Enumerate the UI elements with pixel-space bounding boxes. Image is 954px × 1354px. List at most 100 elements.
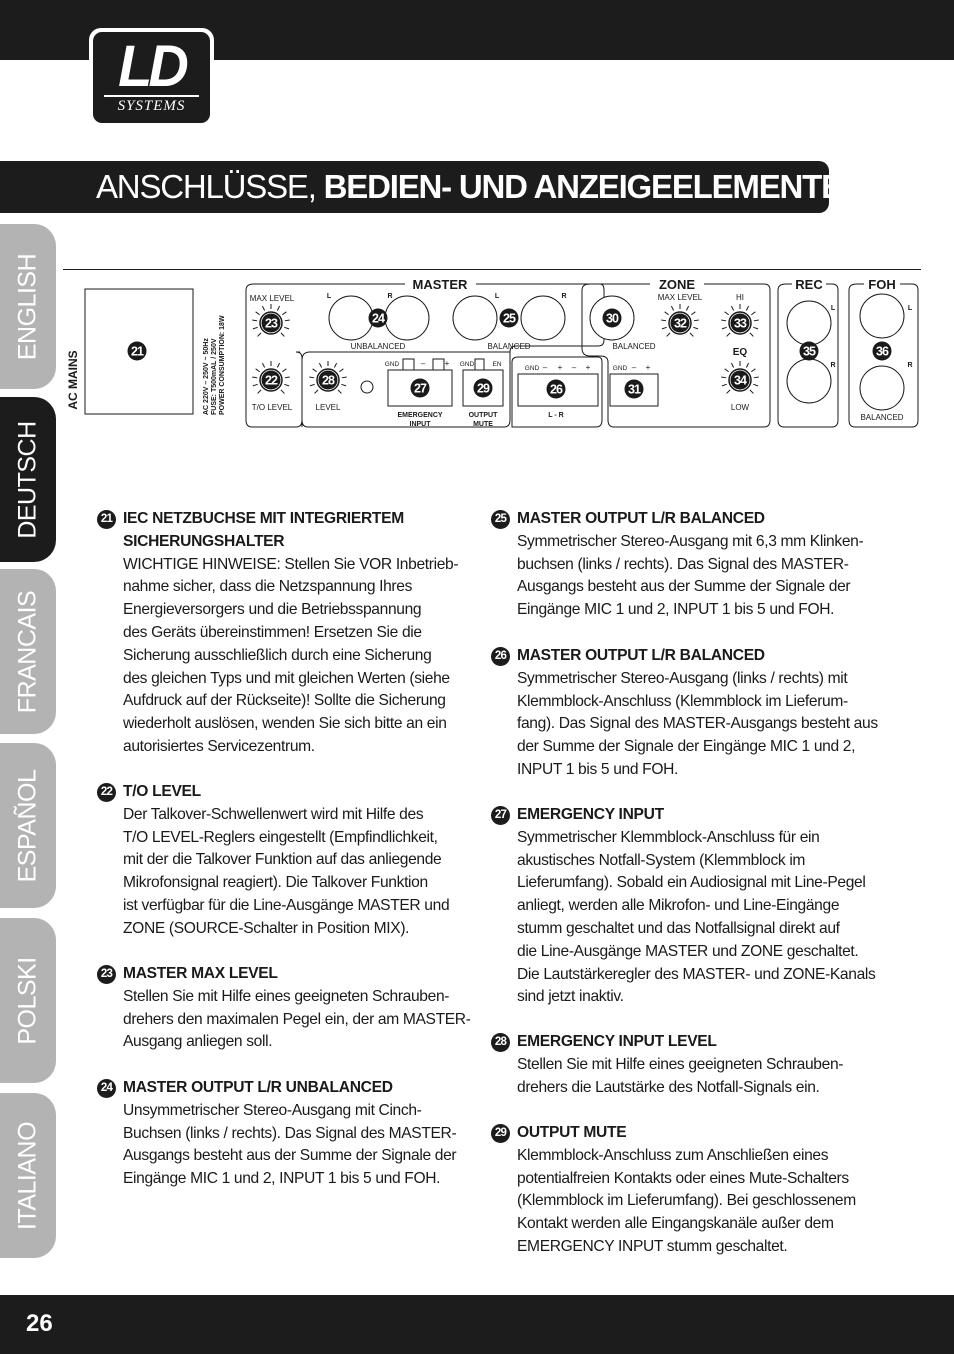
body-line: Stellen Sie mit Hilfe eines geeigneten S… (517, 1055, 844, 1073)
l-label: L (831, 305, 836, 312)
balanced-label: BALANCED (612, 342, 655, 351)
knob-tick (753, 383, 759, 387)
knob-tick (751, 368, 756, 373)
rear-panel-diagram: AC MAINS 21 AC 220V – 250V ~ 50Hz FUSE: T50… (66, 277, 919, 428)
heading-line: EMERGENCY INPUT (517, 806, 664, 823)
knob-tick (724, 368, 729, 373)
body-line: anliegt, werden alle Mikrofon- und Line-… (517, 897, 840, 915)
section-heading: 28 EMERGENCY INPUT LEVEL (491, 1031, 892, 1054)
body-line: sind jetzt inaktiv. (517, 988, 624, 1006)
body-line: Symmetrischer Klemmblock-Anschluss für e… (517, 828, 820, 846)
knob-tick (693, 326, 699, 330)
gnd-label: GND (385, 361, 400, 368)
minus-label: – (632, 363, 637, 372)
knob-tick (261, 305, 266, 311)
knob-tick (284, 326, 290, 330)
badge-number: 32 (674, 317, 687, 331)
gnd-label: GND (460, 361, 475, 368)
body-line: stumm geschaltet und das Notfallsignal d… (517, 919, 840, 937)
en-label: EN (492, 361, 501, 368)
body-line: WICHTIGE HINWEISE: Stellen Sie VOR Inbet… (123, 555, 459, 573)
eq-label: EQ (733, 347, 748, 358)
language-tab-italiano[interactable]: ITALIANO (0, 1093, 56, 1258)
body-line: autorisiertes Servicezentrum. (123, 737, 315, 755)
rec-jack-l (786, 300, 832, 346)
knob-tick (252, 376, 258, 379)
section-26: 26 MASTER OUTPUT L/R BALANCED Symmetrische… (491, 645, 892, 782)
knob-tick (261, 362, 266, 368)
knob-tick (314, 389, 319, 394)
master-title: MASTER (413, 277, 469, 292)
badge-number: 29 (477, 382, 490, 396)
knob-tick (284, 376, 290, 379)
body-line: Die Lautstärkeregler des MASTER- und ZON… (517, 965, 876, 983)
body-line: EMERGENCY INPUT stumm geschaltet. (517, 1237, 788, 1255)
knob-tick (341, 376, 347, 379)
section-heading: 23 MASTER MAX LEVEL (97, 963, 498, 986)
knob-tick (724, 311, 729, 316)
plus-label: + (558, 363, 563, 372)
knob-tick (252, 319, 258, 322)
zone-title: ZONE (659, 277, 695, 292)
language-tab-label: FRANCAIS (13, 590, 42, 713)
language-tab-label: ITALIANO (13, 1121, 42, 1230)
language-tab-español[interactable]: ESPAÑOL (0, 743, 56, 908)
heading-line: T/O LEVEL (123, 783, 201, 800)
foh-title: FOH (868, 277, 895, 292)
knob-tick (309, 376, 315, 379)
language-tab-francais[interactable]: FRANCAIS (0, 569, 56, 734)
rec-title: REC (795, 277, 823, 292)
body-line: Kontakt werden alle Eingangskanäle außer… (517, 1215, 834, 1233)
body-line: Eingänge MIC 1 und 2, INPUT 1 bis 5 und … (123, 1170, 441, 1188)
indicator-led (360, 380, 374, 394)
body-line: Stellen Sie mit Hilfe eines geeigneten S… (123, 987, 450, 1005)
body-line: ZONE (SOURCE-Schalter in Position MIX). (123, 919, 410, 937)
spec-line: FUSE: T500mAL / 250V (211, 338, 218, 415)
body-line: mit der die Talkover Funktion auf das an… (123, 851, 442, 869)
knob-tick (282, 368, 287, 373)
mute-label: MUTE (473, 421, 493, 428)
section-21: 21 IEC NETZBUCHSE MIT INTEGRIERTEM SICHERU… (97, 508, 498, 759)
knob-tick (749, 389, 754, 394)
badge-number: 36 (876, 345, 889, 359)
section-heading: 25 MASTER OUTPUT L/R BALANCED (491, 508, 892, 531)
knob-tick (730, 362, 735, 368)
section-23: 23 MASTER MAX LEVEL Stellen Sie mit Hilfe … (97, 963, 498, 1054)
body-line: potentialfreien Kontakts oder eines Mute… (517, 1169, 849, 1187)
body-line: INPUT 1 bis 5 und FOH. (517, 760, 679, 778)
body-line: Mikrofonsignal reagiert). Die Talkover F… (123, 874, 428, 892)
badge-number: 23 (265, 317, 278, 331)
knob-tick (312, 368, 317, 373)
unbalanced-jack-r (384, 295, 430, 341)
to-level-label: T/O LEVEL (252, 403, 293, 412)
heading-line: MASTER OUTPUT L/R UNBALANCED (123, 1079, 393, 1096)
badge-number: 28 (322, 374, 335, 388)
knob-tick (280, 332, 285, 337)
knob-tick (664, 311, 669, 316)
gnd-label: GND (525, 365, 540, 372)
body-line: Ausgang anliegen soll. (123, 1033, 273, 1051)
section-29: 29 OUTPUT MUTE Klemmblock-Anschluss zum An… (491, 1122, 892, 1259)
knob-tick (726, 389, 731, 394)
knob-tick (693, 319, 699, 322)
knob-tick (726, 332, 731, 337)
knob-tick (691, 311, 696, 316)
hi-label: HI (736, 293, 744, 302)
number-badge: 29 (491, 1124, 510, 1143)
page-number: 26 (26, 1310, 53, 1337)
heading-line: EMERGENCY INPUT LEVEL (517, 1033, 717, 1050)
language-tab-polski[interactable]: POLSKI (0, 918, 56, 1083)
section-25: 25 MASTER OUTPUT L/R BALANCED Symmetrische… (491, 508, 892, 622)
section-heading: 27 EMERGENCY INPUT (491, 804, 892, 827)
knob-tick (284, 319, 290, 322)
balanced-jack-r (520, 295, 566, 341)
knob-tick (255, 368, 260, 373)
knob-tick (753, 376, 759, 379)
number-badge: 24 (97, 1079, 116, 1098)
body-line: des Geräts übereinstimmen! Ersetzen Sie … (123, 623, 422, 641)
balanced-jack-l (452, 295, 498, 341)
body-line: Klemmblock-Anschluss zum Anschließen ein… (517, 1146, 829, 1164)
knob-tick (282, 311, 287, 316)
body-line: Ausgangs besteht aus der Summe der Signa… (517, 578, 851, 596)
r-label: R (561, 293, 566, 300)
